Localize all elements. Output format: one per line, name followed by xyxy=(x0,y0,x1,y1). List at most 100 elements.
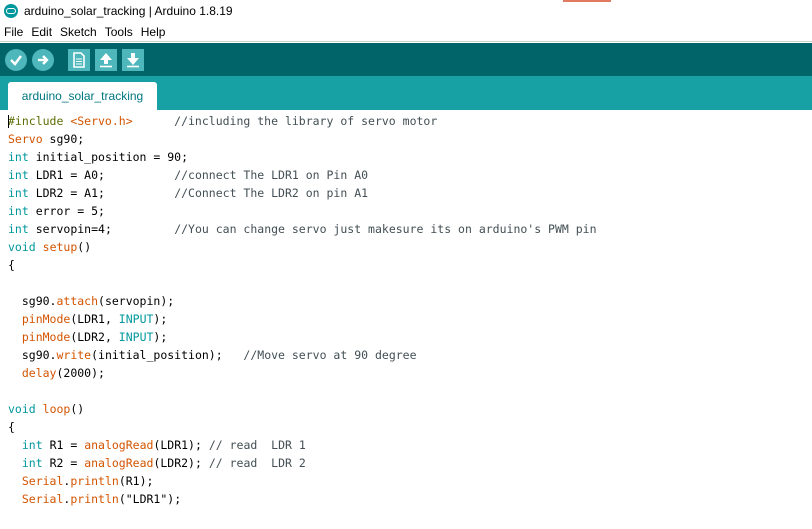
code-token: ); xyxy=(153,312,168,326)
check-icon xyxy=(10,54,22,66)
code-text[interactable]: #include <Servo.h> //including the libra… xyxy=(8,112,597,508)
code-token: int xyxy=(8,222,29,236)
arrow-up-icon xyxy=(100,52,112,67)
code-token: //Move servo at 90 degree xyxy=(243,348,417,362)
open-button[interactable] xyxy=(95,48,117,71)
code-line: Serial.println("LDR1"); xyxy=(8,490,597,508)
code-token: <Servo.h> xyxy=(70,114,133,128)
code-token: //including the library of servo motor xyxy=(132,114,438,128)
new-file-icon xyxy=(73,51,85,68)
code-token: ); xyxy=(153,330,168,344)
arrow-right-icon xyxy=(38,54,49,65)
menu-bar: File Edit Sketch Tools Help xyxy=(0,22,812,42)
upload-button[interactable] xyxy=(32,48,54,71)
code-line: void loop() xyxy=(8,400,597,418)
code-line: { xyxy=(8,418,597,436)
code-line: int error = 5; xyxy=(8,202,597,220)
tab-sketch[interactable]: arduino_solar_tracking xyxy=(8,82,157,110)
code-line: delay(2000); xyxy=(8,364,597,382)
code-token: loop xyxy=(42,402,71,416)
menu-edit[interactable]: Edit xyxy=(27,25,56,39)
code-token: (R1); xyxy=(118,474,154,488)
code-token: R2 = xyxy=(42,456,85,470)
code-token: INPUT xyxy=(118,312,154,326)
code-token: #include xyxy=(8,114,71,128)
code-token: sg90; xyxy=(42,132,85,146)
code-token: int xyxy=(8,186,29,200)
code-token: () xyxy=(70,402,85,416)
code-token: int xyxy=(21,438,43,452)
code-token: sg90. xyxy=(8,294,57,308)
code-token: int xyxy=(21,456,43,470)
code-token: // read LDR 2 xyxy=(208,456,306,470)
save-button[interactable] xyxy=(122,48,144,71)
code-token: (2000); xyxy=(56,366,105,380)
text-cursor xyxy=(8,115,9,128)
code-token: attach xyxy=(56,294,99,308)
code-line: pinMode(LDR1, INPUT); xyxy=(8,310,597,328)
code-token: servopin=4; xyxy=(28,222,175,236)
code-token: (LDR2, xyxy=(70,330,119,344)
menu-sketch[interactable]: Sketch xyxy=(56,25,101,39)
code-token: pinMode xyxy=(21,330,71,344)
code-token: (initial_position); xyxy=(91,348,244,362)
code-line: int servopin=4; //You can change servo j… xyxy=(8,220,597,238)
code-token: write xyxy=(56,348,92,362)
code-token: Serial xyxy=(21,492,64,506)
code-token: initial_position = 90; xyxy=(28,150,189,164)
code-token: delay xyxy=(21,366,57,380)
code-token: println xyxy=(70,492,119,506)
verify-button[interactable] xyxy=(5,48,27,71)
code-line: int initial_position = 90; xyxy=(8,148,597,166)
code-token: Servo xyxy=(8,132,43,146)
code-token: int xyxy=(8,168,29,182)
code-token: analogRead xyxy=(84,438,154,452)
toolbar xyxy=(0,43,812,76)
code-line: Servo sg90; xyxy=(8,130,597,148)
code-token: //You can change servo just makesure its… xyxy=(174,222,597,236)
code-token: error = 5; xyxy=(28,204,105,218)
menu-file[interactable]: File xyxy=(0,25,27,39)
code-token: (LDR2); xyxy=(153,456,209,470)
tab-bar: arduino_solar_tracking xyxy=(0,76,812,110)
code-token: sg90. xyxy=(8,348,57,362)
code-line: sg90.attach(servopin); xyxy=(8,292,597,310)
code-token: //connect The LDR1 on Pin A0 xyxy=(174,168,369,182)
menu-tools[interactable]: Tools xyxy=(101,25,137,39)
code-token: int xyxy=(8,150,29,164)
code-line: { xyxy=(8,256,597,274)
title-bar: arduino_solar_tracking | Arduino 1.8.19 xyxy=(0,0,812,22)
code-line: #include <Servo.h> //including the libra… xyxy=(8,112,597,130)
code-token: (LDR1); xyxy=(153,438,209,452)
code-token: println xyxy=(70,474,119,488)
code-line: Serial.println(R1); xyxy=(8,472,597,490)
code-token: { xyxy=(8,420,15,434)
code-token: Serial xyxy=(21,474,64,488)
code-token: int xyxy=(8,204,29,218)
new-button[interactable] xyxy=(68,48,90,71)
arduino-logo-icon xyxy=(4,4,18,18)
code-token: R1 = xyxy=(42,438,85,452)
code-editor[interactable]: #include <Servo.h> //including the libra… xyxy=(0,110,812,529)
menu-help[interactable]: Help xyxy=(137,25,170,39)
code-token: void xyxy=(8,240,36,254)
window-title: arduino_solar_tracking | Arduino 1.8.19 xyxy=(24,4,233,18)
title-accent-bar xyxy=(563,0,611,2)
code-token: ("LDR1"); xyxy=(118,492,182,506)
arduino-ide-window: arduino_solar_tracking | Arduino 1.8.19 … xyxy=(0,0,812,529)
code-token: (servopin); xyxy=(98,294,175,308)
code-line: sg90.write(initial_position); //Move ser… xyxy=(8,346,597,364)
code-token: INPUT xyxy=(118,330,154,344)
code-token: // read LDR 1 xyxy=(208,438,306,452)
code-line: pinMode(LDR2, INPUT); xyxy=(8,328,597,346)
